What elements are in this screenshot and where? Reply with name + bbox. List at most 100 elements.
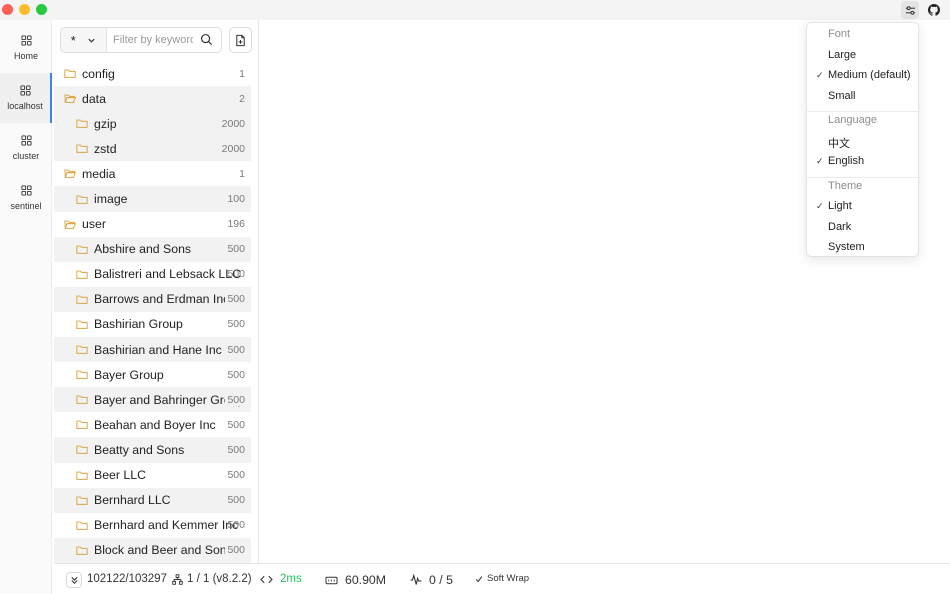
code-icon (260, 574, 273, 585)
node-info-value: 1 / 1 (v8.2.2) (187, 573, 252, 585)
tree-row-name: Bashirian Group (94, 317, 183, 332)
menu-option[interactable]: Dark (828, 221, 851, 233)
github-icon (928, 4, 940, 16)
tree-row[interactable]: Balistreri and Lebsack LLC 500 (54, 262, 251, 287)
tree-row[interactable]: image 100 (54, 186, 251, 212)
folder-open-icon (63, 167, 77, 181)
collapse-button[interactable] (66, 572, 82, 588)
grid-icon (20, 35, 32, 48)
menu-option[interactable]: System (828, 241, 865, 253)
menu-section-title: Theme (828, 179, 863, 192)
tree-row[interactable]: user 196 (54, 212, 251, 237)
tree-row-name: Balistreri and Lebsack LLC (94, 267, 241, 282)
check-icon: ✓ (816, 70, 824, 80)
tree-row-count: 500 (225, 443, 245, 456)
key-type-select[interactable]: * (61, 28, 107, 52)
tree-row[interactable]: Bashirian and Hane Inc 500 (54, 337, 251, 363)
close-window-button[interactable] (2, 4, 13, 15)
minimize-window-button[interactable] (19, 4, 30, 15)
folder-icon (75, 493, 89, 507)
tree-row[interactable]: Beer LLC 500 (54, 463, 251, 488)
menu-option[interactable]: Medium (default) (828, 69, 911, 81)
nav-item-home[interactable]: Home (0, 23, 52, 73)
tree-row-name: image (94, 192, 128, 207)
maximize-window-button[interactable] (36, 4, 47, 15)
tree-row-name: Block and Beer and Sons (94, 543, 233, 558)
tree-row[interactable]: Beatty and Sons 500 (54, 437, 251, 463)
tree-row[interactable]: Bernhard LLC 500 (54, 487, 251, 513)
tree-row[interactable]: Block and Beer and Sons 500 (54, 537, 251, 563)
folder-icon (75, 368, 89, 382)
tree-row-name: Beatty and Sons (94, 442, 185, 457)
nav-item-sentinel[interactable]: sentinel (0, 173, 52, 223)
title-bar (0, 0, 950, 20)
tree-row[interactable]: Abshire and Sons 500 (54, 236, 251, 262)
search-icon[interactable] (200, 33, 213, 46)
menu-section-title: Language (828, 114, 877, 126)
nav-item-label: sentinel (10, 201, 42, 211)
menu-option[interactable]: Light (828, 200, 852, 212)
folder-icon (75, 393, 89, 407)
tree-row[interactable]: Bayer and Bahringer Group 500 (54, 387, 251, 413)
folder-icon (75, 543, 89, 557)
tree-row-count: 500 (227, 519, 245, 532)
tree-row-name: Bayer Group (94, 367, 164, 382)
tree-row-name: config (82, 66, 115, 81)
folder-icon (75, 418, 89, 432)
tree-row[interactable]: gzip 2000 (54, 111, 251, 137)
activity-icon (410, 574, 422, 586)
key-tree: config 1 data 2 gzip 2000 zstd 2000 media 1 image 1… (54, 61, 251, 563)
chevrons-down-icon (70, 576, 78, 584)
tree-row-count: 500 (227, 418, 245, 431)
tree-row[interactable]: Bernhard and Kemmer Inc 500 (54, 513, 251, 538)
github-button[interactable] (925, 1, 943, 19)
settings-menu: Font Large ✓ Medium (default) Small Language 中… (806, 22, 919, 257)
check-icon (475, 575, 483, 583)
menu-option[interactable]: Small (828, 90, 856, 102)
tree-row-name: media (82, 166, 116, 181)
tree-row-name: Bayer and Bahringer Group (94, 392, 245, 407)
tree-row[interactable]: data 2 (54, 86, 251, 112)
soft-wrap-toggle[interactable]: Soft Wrap (475, 573, 529, 584)
tree-row-count: 500 (225, 393, 245, 406)
new-key-button[interactable] (229, 27, 252, 53)
tree-row[interactable]: media 1 (54, 161, 251, 186)
node-info: 1 / 1 (v8.2.2) (172, 573, 252, 585)
menu-option[interactable]: 中文 (828, 135, 850, 151)
folder-open-icon (63, 217, 77, 231)
settings-button[interactable] (901, 1, 919, 19)
folder-icon (75, 192, 89, 206)
key-count: 102122/103297 (87, 573, 167, 585)
tree-row[interactable]: zstd 2000 (54, 136, 251, 162)
folder-icon (75, 292, 89, 306)
menu-option[interactable]: English (828, 155, 864, 167)
menu-option[interactable]: Large (828, 49, 856, 61)
settings-icon (905, 5, 915, 15)
menu-divider (807, 111, 918, 112)
nav-item-cluster[interactable]: cluster (0, 123, 52, 173)
tree-row[interactable]: Bayer Group 500 (54, 362, 251, 387)
tree-row[interactable]: Bashirian Group 500 (54, 312, 251, 337)
menu-divider (807, 176, 918, 178)
tree-row-name: Bernhard and Kemmer Inc (94, 518, 239, 533)
nav-item-localhost[interactable]: localhost (0, 73, 52, 123)
tree-row[interactable]: Barrows and Erdman Inc 500 (54, 286, 251, 312)
memory-usage: 60.90M (325, 573, 386, 587)
nav-item-label: localhost (7, 101, 43, 111)
check-icon: ✓ (816, 156, 824, 166)
filter-box: * (60, 27, 222, 53)
tree-row[interactable]: Beahan and Boyer Inc 500 (54, 412, 251, 437)
tree-row-count: 1 (239, 167, 245, 180)
filter-input[interactable] (113, 34, 193, 46)
tree-row-name: zstd (94, 141, 117, 156)
tree-row-count: 500 (225, 544, 245, 557)
tree-row[interactable]: config 1 (54, 61, 251, 86)
tree-row-count: 500 (225, 243, 245, 256)
tree-row-name: gzip (94, 116, 117, 131)
tree-row-count: 500 (227, 318, 245, 331)
latency-value: 2ms (280, 573, 302, 585)
tree-row-name: Beer LLC (94, 468, 146, 483)
folder-icon (75, 317, 89, 331)
tree-row-name: Abshire and Sons (94, 242, 192, 257)
side-nav: Home localhost cluster sentinel (0, 20, 52, 594)
